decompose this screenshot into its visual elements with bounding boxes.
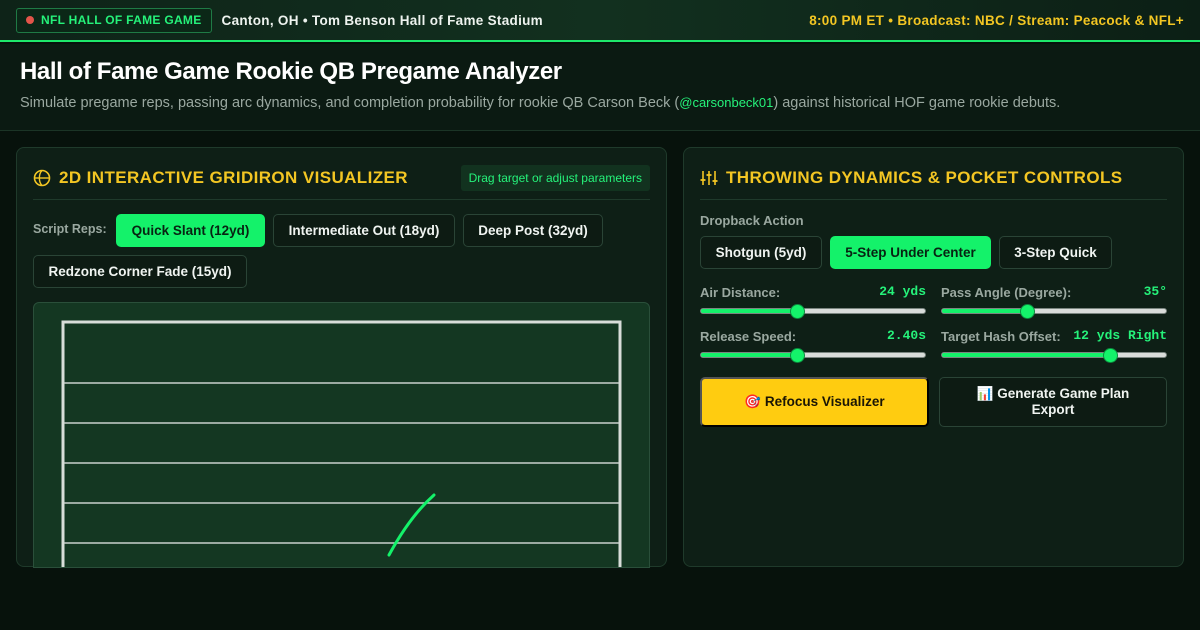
top-bar: NFL HALL OF FAME GAME Canton, OH • Tom B… — [0, 0, 1200, 42]
hash-offset-label: Target Hash Offset: — [941, 329, 1061, 344]
dropback-3-step-button[interactable]: 3-Step Quick — [999, 236, 1112, 269]
pass-angle-slider[interactable] — [941, 304, 1167, 319]
visualizer-panel: 2D INTERACTIVE GRIDIRON VISUALIZER Drag … — [16, 147, 667, 568]
field-boundary — [61, 320, 622, 567]
controls-panel-header: THROWING DYNAMICS & POCKET CONTROLS — [700, 164, 1167, 200]
air-distance-slider-handle[interactable] — [790, 304, 806, 319]
gridiron-canvas[interactable] — [34, 303, 650, 568]
release-speed-slider[interactable] — [700, 348, 926, 363]
dropback-5-step-button[interactable]: 5-Step Under Center — [830, 236, 991, 269]
rep-intermediate-out-button[interactable]: Intermediate Out (18yd) — [273, 214, 455, 247]
air-distance-value: 24 yds — [879, 284, 926, 299]
gridiron-field[interactable] — [33, 302, 650, 568]
hash-offset-slider-handle[interactable] — [1103, 348, 1118, 363]
dropback-label: Dropback Action — [700, 213, 804, 228]
pass-arc-trajectory — [387, 493, 436, 557]
football-icon — [33, 169, 51, 187]
export-game-plan-button[interactable]: 📊 Generate Game Plan Export — [939, 377, 1167, 427]
controls-panel: THROWING DYNAMICS & POCKET CONTROLS Drop… — [683, 147, 1184, 567]
script-reps-label: Script Reps: — [33, 222, 107, 236]
page-subtitle: Simulate pregame reps, passing arc dynam… — [20, 95, 1180, 111]
pass-angle-label: Pass Angle (Degree): — [941, 285, 1072, 300]
live-dot-icon — [26, 16, 34, 24]
hash-offset-value: 12 yds Right — [1073, 328, 1167, 343]
air-distance-label: Air Distance: — [700, 285, 781, 300]
release-speed-slider-handle[interactable] — [790, 348, 806, 363]
page-header: Hall of Fame Game Rookie QB Pregame Anal… — [0, 44, 1200, 131]
refocus-visualizer-button[interactable]: 🎯 Refocus Visualizer — [700, 377, 929, 427]
venue-location: Canton, OH • Tom Benson Hall of Fame Sta… — [221, 12, 543, 28]
sliders-icon — [700, 169, 718, 187]
subtitle-text-end: ) against historical HOF game rookie deb… — [773, 95, 1061, 111]
release-speed-label: Release Speed: — [700, 329, 797, 344]
event-badge: NFL HALL OF FAME GAME — [16, 7, 212, 33]
subtitle-text-start: Simulate pregame reps, passing arc dynam… — [20, 95, 680, 111]
rep-quick-slant-button[interactable]: Quick Slant (12yd) — [116, 214, 265, 247]
rep-deep-post-button[interactable]: Deep Post (32yd) — [463, 214, 603, 247]
page-title: Hall of Fame Game Rookie QB Pregame Anal… — [20, 58, 562, 85]
pass-angle-value: 35° — [1143, 284, 1167, 299]
visualizer-title: 2D INTERACTIVE GRIDIRON VISUALIZER — [59, 167, 408, 187]
controls-title: THROWING DYNAMICS & POCKET CONTROLS — [726, 167, 1123, 187]
visualizer-hint: Drag target or adjust parameters — [460, 164, 650, 191]
broadcast-info: 8:00 PM ET • Broadcast: NBC / Stream: Pe… — [809, 12, 1184, 28]
dropback-shotgun-button[interactable]: Shotgun (5yd) — [700, 236, 822, 269]
event-badge-label: NFL HALL OF FAME GAME — [41, 13, 202, 27]
rep-redzone-fade-button[interactable]: Redzone Corner Fade (15yd) — [33, 255, 247, 288]
hash-offset-slider[interactable] — [941, 348, 1167, 363]
visualizer-panel-header: 2D INTERACTIVE GRIDIRON VISUALIZER Drag … — [33, 164, 650, 200]
qb-handle-link[interactable]: @carsonbeck01 — [679, 95, 773, 110]
pass-angle-slider-handle[interactable] — [1020, 304, 1036, 319]
release-speed-value: 2.40s — [886, 328, 926, 343]
air-distance-slider[interactable] — [700, 304, 926, 319]
